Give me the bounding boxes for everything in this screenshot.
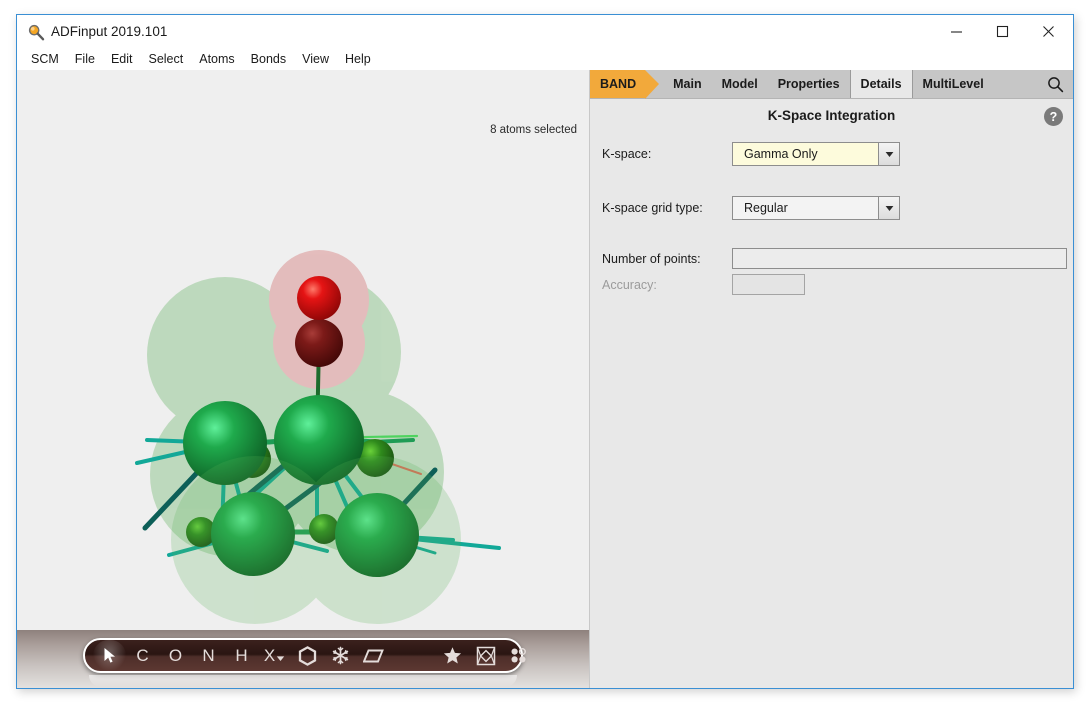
close-button[interactable] [1025, 15, 1071, 48]
settings-panel: BAND Main Model Properties Details Multi… [589, 70, 1073, 688]
grid-type-label: K-space grid type: [602, 201, 732, 215]
magnifier-icon [27, 23, 45, 41]
menu-bar: SCM File Edit Select Atoms Bonds View He… [17, 48, 1073, 70]
element-h-icon[interactable]: H [225, 640, 258, 671]
grid-type-select[interactable]: Regular [732, 196, 900, 220]
snowflake-icon[interactable] [324, 640, 357, 671]
atom-toolbar-pill: C O N H X [83, 638, 523, 673]
field-row-kspace: K-space: Gamma Only [602, 142, 900, 166]
kspace-select-value: Gamma Only [733, 147, 878, 161]
field-row-accuracy: Accuracy: [602, 274, 805, 295]
molecule-viewport[interactable]: 8 atoms selected C O N H [17, 70, 589, 688]
window-title: ADFinput 2019.101 [51, 23, 167, 41]
toolbar-reflection [89, 675, 517, 687]
window-body: 8 atoms selected C O N H [17, 70, 1073, 688]
kspace-select[interactable]: Gamma Only [732, 142, 900, 166]
element-x-label: X [264, 646, 275, 666]
tab-multilevel[interactable]: MultiLevel [913, 70, 994, 98]
tab-main[interactable]: Main [663, 70, 711, 98]
menu-item-scm[interactable]: SCM [23, 50, 67, 68]
atom-toolbar: C O N H X [17, 630, 589, 688]
field-row-grid-type: K-space grid type: Regular [602, 196, 900, 220]
molecule-canvas[interactable] [17, 70, 589, 635]
search-icon[interactable] [1037, 70, 1073, 98]
kspace-label: K-space: [602, 147, 732, 161]
crystal-box-icon[interactable] [469, 640, 502, 671]
maximize-button[interactable] [979, 15, 1025, 48]
field-row-number-of-points: Number of points: [602, 248, 1067, 269]
menu-item-bonds[interactable]: Bonds [243, 50, 294, 68]
menu-item-help[interactable]: Help [337, 50, 379, 68]
chevron-down-icon [878, 197, 899, 219]
molecule-render [17, 70, 589, 635]
hexagon-ring-icon[interactable] [291, 640, 324, 671]
grid-type-select-value: Regular [733, 201, 878, 215]
tab-band[interactable]: BAND [590, 70, 645, 98]
menu-item-atoms[interactable]: Atoms [191, 50, 242, 68]
tab-properties[interactable]: Properties [768, 70, 850, 98]
minimize-button[interactable] [933, 15, 979, 48]
selection-status: 8 atoms selected [490, 124, 577, 136]
number-of-points-label: Number of points: [602, 252, 732, 266]
screenshot-root: ADFinput 2019.101 SCM File Edit Select A… [0, 0, 1090, 710]
menu-item-edit[interactable]: Edit [103, 50, 141, 68]
element-o-icon[interactable]: O [159, 640, 192, 671]
parallelogram-plane-icon[interactable] [357, 640, 390, 671]
element-x-dropdown-icon[interactable]: X [258, 640, 291, 671]
tab-bar-spacer [994, 70, 1037, 98]
tab-bar: BAND Main Model Properties Details Multi… [590, 70, 1073, 99]
number-of-points-input[interactable] [732, 248, 1067, 269]
title-bar: ADFinput 2019.101 [17, 15, 1073, 48]
tab-model[interactable]: Model [712, 70, 768, 98]
menu-item-select[interactable]: Select [140, 50, 191, 68]
star-icon[interactable] [436, 640, 469, 671]
help-icon[interactable]: ? [1044, 107, 1063, 126]
tab-details[interactable]: Details [850, 70, 913, 98]
element-c-icon[interactable]: C [126, 640, 159, 671]
four-dots-icon[interactable] [502, 640, 535, 671]
chevron-down-icon [878, 143, 899, 165]
adfinput-window: ADFinput 2019.101 SCM File Edit Select A… [16, 14, 1074, 689]
menu-item-view[interactable]: View [294, 50, 337, 68]
menu-item-file[interactable]: File [67, 50, 103, 68]
accuracy-label: Accuracy: [602, 278, 732, 292]
element-n-icon[interactable]: N [192, 640, 225, 671]
cursor-arrow-icon[interactable] [93, 640, 126, 671]
page-title: K-Space Integration [590, 108, 1073, 123]
accuracy-input[interactable] [732, 274, 805, 295]
